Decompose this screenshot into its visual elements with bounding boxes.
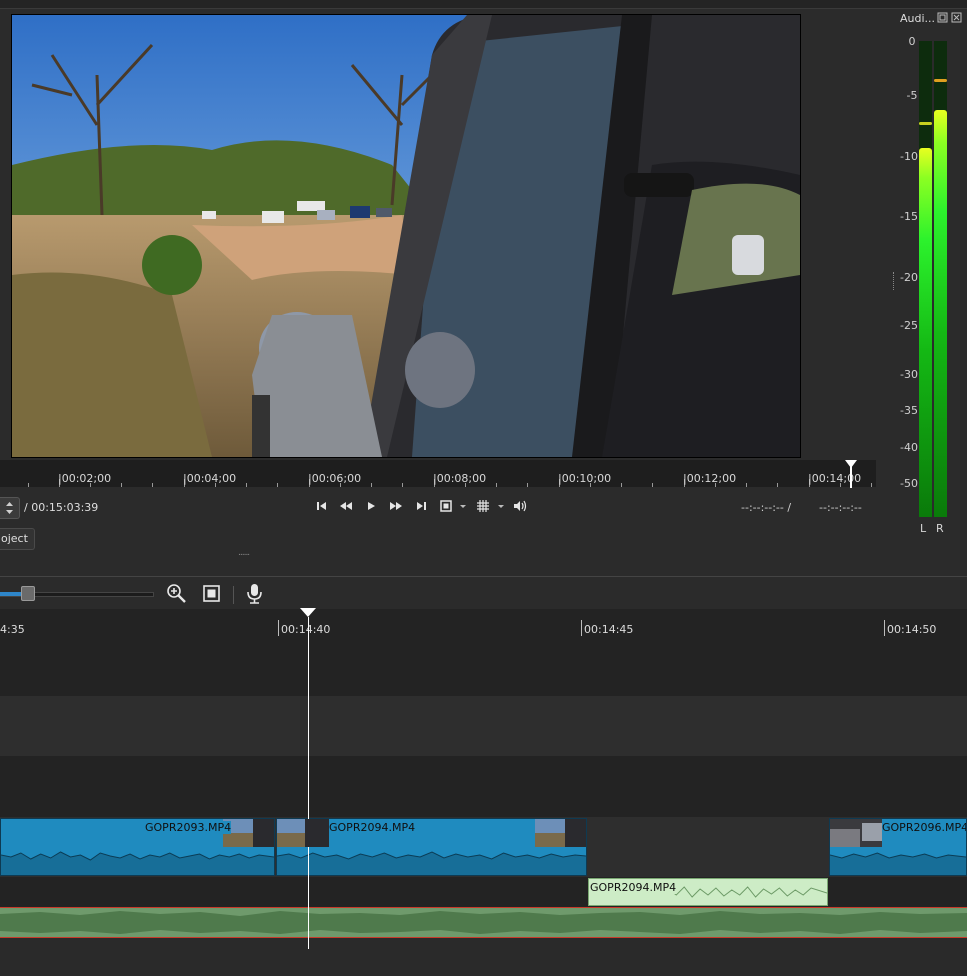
in-point-timecode: --:--:--:-- /	[741, 501, 792, 514]
viewer-ruler-label: |00:12;00	[683, 472, 737, 485]
waveform-graphic	[0, 911, 967, 934]
timeline-playhead-handle[interactable]	[300, 608, 316, 617]
total-duration: / 00:15:03:39	[24, 501, 99, 514]
spinner-arrows-icon	[6, 502, 13, 514]
grid-dropdown[interactable]	[475, 498, 507, 514]
timecode-spinner[interactable]	[0, 497, 20, 519]
close-panel-button[interactable]	[951, 12, 962, 23]
video-frame[interactable]	[11, 14, 801, 458]
fit-frame-icon	[440, 500, 466, 512]
left-channel-label: L	[920, 522, 927, 535]
zoom-fit-button[interactable]	[200, 582, 224, 606]
clip-name: GOPR2094.MP4	[590, 881, 677, 894]
clip-name: GOPR2093.MP4	[145, 821, 232, 834]
fast-forward-button[interactable]	[388, 498, 404, 514]
project-tab[interactable]: oject	[0, 528, 35, 550]
timeline-track-empty[interactable]	[0, 696, 967, 756]
left-channel-level	[919, 148, 932, 517]
viewer-playhead[interactable]	[850, 466, 852, 488]
master-audio-waveform[interactable]	[0, 907, 967, 938]
left-peak-indicator	[919, 122, 932, 125]
skip-to-end-button[interactable]	[413, 498, 429, 514]
clip-name: GOPR2094.MP4	[329, 821, 416, 834]
top-strip	[0, 0, 967, 9]
timeline-ruler[interactable]: 4:35 00:14:40 00:14:45 00:14:50	[0, 609, 967, 636]
float-panel-button[interactable]	[937, 12, 948, 23]
zoom-in-icon	[167, 584, 186, 603]
audio-meter-title: Audi...	[900, 12, 936, 25]
timeline-ruler-label: 00:14:40	[281, 623, 331, 636]
volume-icon	[514, 500, 527, 512]
viewer-ruler-label: |00:04;00	[183, 472, 237, 485]
clip-waveform	[1, 851, 274, 875]
grid-icon	[477, 500, 504, 512]
panel-divider[interactable]	[0, 576, 967, 577]
skip-to-start-button[interactable]	[314, 498, 330, 514]
viewer-ruler-label: |00:06;00	[308, 472, 362, 485]
timeline-footer	[0, 937, 967, 976]
skip-to-start-icon	[317, 502, 326, 510]
timeline-zoom-handle[interactable]	[21, 586, 35, 601]
volume-button[interactable]	[512, 498, 528, 514]
float-window-icon	[937, 12, 948, 23]
zoom-fit-dropdown[interactable]	[438, 498, 468, 514]
zoom-fit-icon	[203, 585, 220, 602]
play-icon	[368, 502, 375, 510]
clip-waveform	[830, 852, 966, 875]
video-clip[interactable]: GOPR2093.MP4	[0, 818, 275, 876]
timeline-ruler-label: 00:14:50	[887, 623, 937, 636]
video-viewer	[0, 9, 890, 459]
close-icon	[951, 12, 962, 23]
timeline-ruler-label: 4:35	[0, 623, 25, 636]
clip-thumbnail	[830, 819, 882, 847]
microphone-icon	[247, 584, 262, 604]
clip-thumbnail	[277, 819, 329, 847]
viewer-ruler-label: |00:02;00	[58, 472, 112, 485]
viewer-ruler-label: |00:10;00	[558, 472, 612, 485]
right-channel-level	[934, 110, 947, 517]
record-audio-button[interactable]	[243, 582, 267, 606]
skip-to-end-icon	[417, 502, 426, 510]
clip-waveform	[277, 851, 586, 875]
video-clip[interactable]: GOPR2096.MP4	[829, 818, 967, 876]
video-frame-image	[12, 15, 800, 457]
right-peak-indicator	[934, 79, 947, 82]
right-channel-label: R	[936, 522, 944, 535]
clip-name: GOPR2096.MP4	[882, 821, 967, 834]
rewind-icon	[340, 502, 352, 510]
timeline-playhead[interactable]	[308, 617, 309, 949]
timeline-track-empty[interactable]	[0, 636, 967, 696]
viewer-ruler-label: |00:14;00	[808, 472, 862, 485]
fast-forward-icon	[390, 502, 402, 510]
video-clip[interactable]: GOPR2094.MP4	[276, 818, 587, 876]
clip-thumbnail	[535, 819, 586, 847]
viewer-timeline-ruler[interactable]: |00:02;00 |00:04;00 |00:06;00 |00:08;00 …	[0, 460, 876, 487]
timeline-ruler-label: 00:14:45	[584, 623, 634, 636]
timeline-track-empty[interactable]	[0, 756, 967, 817]
out-point-timecode: --:--:--:--	[819, 501, 862, 514]
toolbar-separator	[233, 586, 234, 604]
audio-clip[interactable]: GOPR2094.MP4	[588, 878, 828, 906]
play-button[interactable]	[363, 498, 379, 514]
panel-splitter-handle[interactable]: ......	[238, 548, 250, 558]
viewer-ruler-label: |00:08;00	[433, 472, 487, 485]
meter-resize-handle[interactable]	[893, 272, 896, 290]
zoom-in-button[interactable]	[165, 582, 189, 606]
rewind-button[interactable]	[338, 498, 354, 514]
